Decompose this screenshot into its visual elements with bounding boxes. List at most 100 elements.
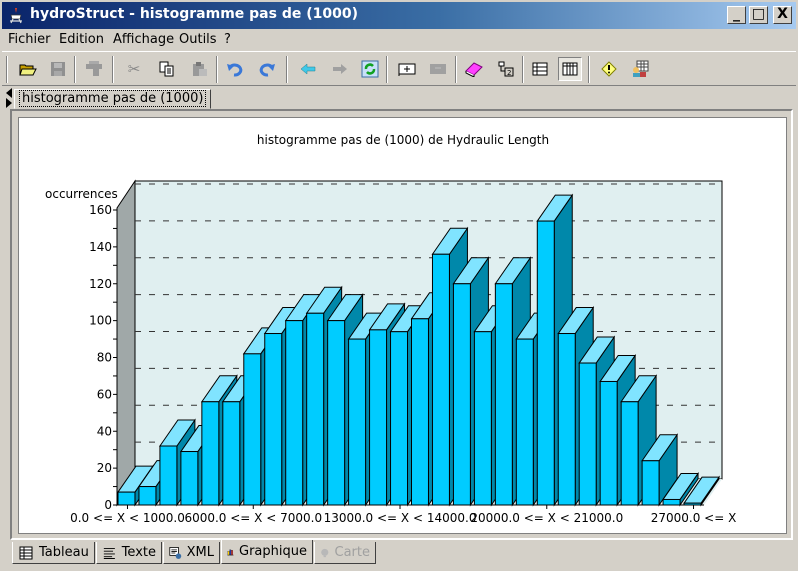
bar <box>390 331 408 506</box>
close-button[interactable]: X <box>773 6 792 24</box>
tab-xml-label: XML <box>186 544 214 560</box>
y-axis-label: occurrences <box>45 187 118 201</box>
remove-item-button[interactable] <box>426 57 450 81</box>
tab-tableau-label: Tableau <box>39 544 89 560</box>
y-tick-label: 140 <box>89 240 112 254</box>
copy-icon <box>159 61 174 77</box>
structure-button[interactable]: 2 <box>494 57 518 81</box>
bar <box>431 253 450 506</box>
list-view-button[interactable] <box>528 57 552 81</box>
y-tick-label: 100 <box>89 314 112 328</box>
open-folder-icon <box>19 64 37 76</box>
x-tick-label: 6000.0 <= X < 7000.0 <box>184 511 322 525</box>
text-lines-icon <box>103 547 115 559</box>
bar <box>117 491 136 506</box>
table-icon <box>19 546 33 559</box>
globe-icon <box>321 548 329 557</box>
bar <box>243 353 262 506</box>
add-item-icon <box>398 63 416 76</box>
warning-button[interactable] <box>597 57 621 81</box>
bar <box>599 380 618 506</box>
bar <box>473 331 492 506</box>
tab-scroll-left-icon[interactable] <box>6 88 12 98</box>
open-button[interactable] <box>16 57 40 81</box>
chart-area: histogramme pas de (1000) de Hydraulic L… <box>18 117 787 534</box>
back-button[interactable] <box>296 57 320 81</box>
tab-carte-label: Carte <box>334 544 370 560</box>
book-icon <box>465 62 483 77</box>
bar <box>369 329 388 506</box>
back-arrow-icon <box>300 63 316 75</box>
main-panel: histogramme pas de (1000) de Hydraulic L… <box>10 109 793 540</box>
bar <box>180 451 199 506</box>
toolbar-separator <box>6 56 8 83</box>
book-button[interactable] <box>462 57 486 81</box>
tab-histogramme-label: histogramme pas de (1000) <box>19 90 207 107</box>
menu-outils[interactable]: Outils <box>179 32 217 47</box>
y-tick-label: 120 <box>89 277 112 291</box>
bar <box>411 318 429 506</box>
toolbar-separator <box>386 56 388 83</box>
bar <box>578 362 597 506</box>
bar <box>159 445 178 506</box>
bar <box>264 333 283 506</box>
tab-carte[interactable]: Carte <box>314 542 376 564</box>
column-view-icon <box>562 62 578 76</box>
bar <box>662 498 681 506</box>
cut-button[interactable]: ✂ <box>122 57 146 81</box>
warning-icon <box>601 61 617 77</box>
bar <box>452 283 471 506</box>
refresh-button[interactable] <box>358 57 382 81</box>
menu-edition[interactable]: Edition <box>59 32 104 47</box>
tab-texte[interactable]: Texte <box>96 542 162 564</box>
faucet-button[interactable] <box>82 57 106 81</box>
redo-button[interactable] <box>255 57 279 81</box>
column-view-button[interactable] <box>558 57 582 81</box>
tab-scroll-right-icon[interactable] <box>6 98 12 108</box>
cut-icon: ✂ <box>127 60 141 78</box>
add-item-button[interactable] <box>395 57 419 81</box>
toolbar-separator <box>588 56 590 83</box>
toolbar: ✂ 2 <box>2 51 796 86</box>
menu-help[interactable]: ? <box>224 32 231 47</box>
menu-bar: Fichier Edition Affichage Outils ? <box>2 29 796 50</box>
maximize-button[interactable]: □ <box>749 6 768 24</box>
faucet-icon <box>86 61 102 76</box>
minimize-button[interactable]: _ <box>727 6 746 24</box>
paste-button[interactable] <box>188 57 212 81</box>
title-bar: hydroStruct - histogramme pas de (1000) … <box>0 0 798 29</box>
y-tick-label: 80 <box>97 351 112 365</box>
y-tick-label: 20 <box>97 461 112 475</box>
y-tick-label: 60 <box>97 387 112 401</box>
user-table-button[interactable] <box>628 57 652 81</box>
forward-arrow-icon <box>333 64 347 74</box>
x-tick-label: 20000.0 <= X < 21000.0 <box>470 511 623 525</box>
tab-xml[interactable]: XML <box>163 542 220 564</box>
bar <box>557 333 576 506</box>
save-icon <box>51 62 65 76</box>
x-tick-label: 13000.0 <= X < 14000.0 <box>324 511 477 525</box>
undo-button[interactable] <box>223 57 247 81</box>
forward-button[interactable] <box>328 57 352 81</box>
tab-histogramme[interactable]: histogramme pas de (1000) <box>14 89 212 109</box>
save-button[interactable] <box>46 57 70 81</box>
bar <box>138 486 157 506</box>
bar <box>306 312 325 506</box>
y-tick-label: 40 <box>97 424 112 438</box>
document-tab-strip: histogramme pas de (1000) <box>2 87 796 109</box>
x-tick-label: 0.0 <= X < 1000.0 <box>70 511 185 525</box>
tab-tableau[interactable]: Tableau <box>12 542 95 564</box>
svg-text:2: 2 <box>507 69 511 77</box>
redo-icon <box>259 63 275 77</box>
bar <box>494 283 513 506</box>
copy-button[interactable] <box>155 57 179 81</box>
bar <box>683 502 702 506</box>
undo-icon <box>227 63 243 77</box>
paste-icon <box>193 62 207 76</box>
bar <box>327 320 346 506</box>
y-tick-label: 0 <box>104 498 112 512</box>
tab-graphique[interactable]: Graphique <box>221 540 313 564</box>
menu-fichier[interactable]: Fichier <box>8 32 51 47</box>
toolbar-separator <box>522 56 524 83</box>
menu-affichage[interactable]: Affichage <box>113 32 174 47</box>
